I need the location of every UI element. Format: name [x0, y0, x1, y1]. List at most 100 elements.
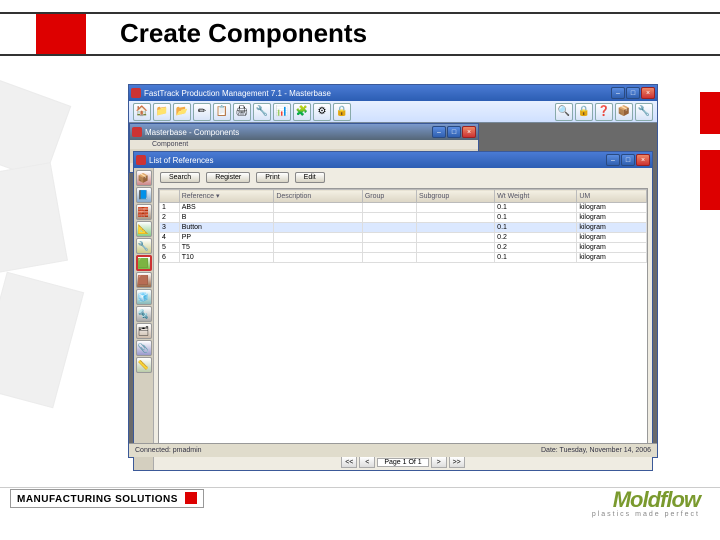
register-button[interactable]: Register — [206, 172, 250, 183]
toolbar-button-7[interactable]: 📊 — [273, 103, 291, 121]
references-table[interactable]: Reference ▾DescriptionGroupSubgroupWt We… — [159, 189, 647, 263]
column-header[interactable]: Reference ▾ — [179, 190, 274, 203]
toolbar-button-4[interactable]: 📋 — [213, 103, 231, 121]
toolbar-button-10[interactable]: 🔒 — [333, 103, 351, 121]
toolbar-button-6[interactable]: 🔧 — [253, 103, 271, 121]
side-tool-8[interactable]: 🔩 — [136, 306, 152, 322]
cell-desc — [274, 233, 363, 243]
toolbar-button-1[interactable]: 📁 — [153, 103, 171, 121]
toolbar-button-0[interactable]: 🏠 — [133, 103, 151, 121]
components-close-button[interactable]: × — [462, 126, 476, 138]
side-tool-4[interactable]: 🔧 — [136, 238, 152, 254]
app-icon — [131, 88, 141, 98]
table-row[interactable]: 2B0.1kilogram — [160, 213, 647, 223]
references-max-button[interactable]: □ — [621, 154, 635, 166]
table-row[interactable]: 5T50.2kilogram — [160, 243, 647, 253]
pager-last-button[interactable]: >> — [449, 456, 465, 468]
cell-sub — [416, 213, 494, 223]
table-row[interactable]: 1ABS0.1kilogram — [160, 203, 647, 213]
cell-grp — [362, 243, 416, 253]
side-tool-9[interactable]: 🗂 — [136, 323, 152, 339]
cell-ref: Button — [179, 223, 274, 233]
footer-label: MANUFACTURING SOLUTIONS — [10, 489, 204, 508]
components-max-button[interactable]: □ — [447, 126, 461, 138]
column-header[interactable]: Group — [362, 190, 416, 203]
references-main: Search Register Print Edit Reference ▾Descr… — [154, 168, 652, 470]
logo: Moldflow plastics made perfect — [592, 487, 700, 518]
logo-tagline: plastics made perfect — [592, 511, 700, 518]
cell-um: kilogram — [577, 223, 647, 233]
toolbar-button-8[interactable]: 🧩 — [293, 103, 311, 121]
references-titlebar[interactable]: List of References – □ × — [134, 152, 652, 168]
cell-n: 4 — [160, 233, 180, 243]
maximize-button[interactable]: □ — [626, 87, 640, 99]
cell-n: 2 — [160, 213, 180, 223]
toolbar-button-3[interactable]: ✏ — [193, 103, 211, 121]
pager-prev-button[interactable]: < — [359, 456, 375, 468]
toolbar-right-button-0[interactable]: 🔍 — [555, 103, 573, 121]
table-row[interactable]: 3Button0.1kilogram — [160, 223, 647, 233]
side-tool-7[interactable]: 🧊 — [136, 289, 152, 305]
components-titlebar[interactable]: Masterbase - Components – □ × — [130, 124, 478, 140]
cell-um: kilogram — [577, 253, 647, 263]
column-header[interactable] — [160, 190, 180, 203]
side-tool-10[interactable]: 📎 — [136, 340, 152, 356]
cell-wt: 0.1 — [495, 253, 577, 263]
table-row[interactable]: 6T10 0.1kilogram — [160, 253, 647, 263]
cell-desc — [274, 223, 363, 233]
table-row[interactable]: 4PP0.2kilogram — [160, 233, 647, 243]
toolbar-button-2[interactable]: 📂 — [173, 103, 191, 121]
mdi-area: Masterbase - Components – □ × Component … — [129, 123, 657, 443]
column-header[interactable]: UM — [577, 190, 647, 203]
cell-desc — [274, 213, 363, 223]
print-button[interactable]: Print — [256, 172, 288, 183]
cell-n: 6 — [160, 253, 180, 263]
toolbar-right-button-4[interactable]: 🔧 — [635, 103, 653, 121]
cell-desc — [274, 253, 363, 263]
cell-grp — [362, 223, 416, 233]
main-toolbar: 🏠📁📂✏📋🖨🔧📊🧩⚙🔒 🔍🔒❓📦🔧 — [129, 101, 657, 123]
logo-main: Moldflow — [592, 487, 700, 513]
toolbar-right: 🔍🔒❓📦🔧 — [555, 103, 653, 121]
toolbar-button-5[interactable]: 🖨 — [233, 103, 251, 121]
column-header[interactable]: Wt Weight — [495, 190, 577, 203]
edit-button[interactable]: Edit — [295, 172, 325, 183]
cell-wt: 0.1 — [495, 203, 577, 213]
toolbar-right-button-2[interactable]: ❓ — [595, 103, 613, 121]
cell-ref: T10 — [179, 253, 274, 263]
cell-n: 5 — [160, 243, 180, 253]
references-title: List of References — [149, 156, 213, 165]
pager-next-button[interactable]: > — [431, 456, 447, 468]
toolbar-left: 🏠📁📂✏📋🖨🔧📊🧩⚙🔒 — [133, 103, 351, 121]
slide-title-rule — [0, 54, 720, 56]
minimize-button[interactable]: – — [611, 87, 625, 99]
cell-wt: 0.1 — [495, 213, 577, 223]
side-tool-1[interactable]: 📘 — [136, 187, 152, 203]
side-tool-3[interactable]: 📐 — [136, 221, 152, 237]
toolbar-right-button-3[interactable]: 📦 — [615, 103, 633, 121]
components-min-button[interactable]: – — [432, 126, 446, 138]
pager-first-button[interactable]: << — [341, 456, 357, 468]
side-tool-5[interactable]: 🟩 — [136, 255, 152, 271]
cell-um: kilogram — [577, 243, 647, 253]
side-tool-2[interactable]: 🧱 — [136, 204, 152, 220]
side-toolbar: 📦📘🧱📐🔧🟩🟫🧊🔩🗂📎📏 — [134, 168, 154, 470]
references-grid[interactable]: Reference ▾DescriptionGroupSubgroupWt We… — [158, 188, 648, 452]
search-button[interactable]: Search — [160, 172, 200, 183]
slide-bg-graphic — [0, 80, 140, 480]
cell-n: 1 — [160, 203, 180, 213]
column-header[interactable]: Description — [274, 190, 363, 203]
toolbar-button-9[interactable]: ⚙ — [313, 103, 331, 121]
side-tool-6[interactable]: 🟫 — [136, 272, 152, 288]
toolbar-right-button-1[interactable]: 🔒 — [575, 103, 593, 121]
references-min-button[interactable]: – — [606, 154, 620, 166]
components-title: Masterbase - Components — [145, 128, 239, 137]
side-tool-0[interactable]: 📦 — [136, 170, 152, 186]
app-titlebar[interactable]: FastTrack Production Management 7.1 - Ma… — [129, 85, 657, 101]
side-tool-11[interactable]: 📏 — [136, 357, 152, 373]
references-close-button[interactable]: × — [636, 154, 650, 166]
column-header[interactable]: Subgroup — [416, 190, 494, 203]
footer-text: MANUFACTURING SOLUTIONS — [17, 494, 178, 505]
cell-desc — [274, 243, 363, 253]
close-button[interactable]: × — [641, 87, 655, 99]
